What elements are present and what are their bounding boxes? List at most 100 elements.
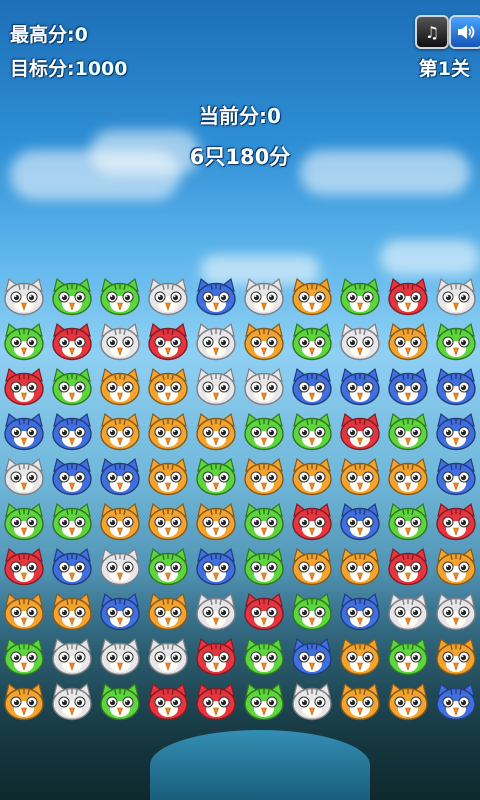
cat-tile-green[interactable]: [386, 502, 430, 542]
cat-tile-orange[interactable]: [98, 367, 142, 407]
cat-tile-blue[interactable]: [194, 547, 238, 587]
cat-tile-orange[interactable]: [290, 547, 334, 587]
cat-tile-green[interactable]: [290, 322, 334, 362]
cat-tile-red[interactable]: [290, 502, 334, 542]
cat-tile-green[interactable]: [434, 322, 478, 362]
cat-tile-blue[interactable]: [50, 547, 94, 587]
cat-tile-orange[interactable]: [98, 412, 142, 452]
music-toggle-button[interactable]: ♫: [415, 15, 449, 49]
cat-tile-white[interactable]: [146, 277, 190, 317]
cat-tile-green[interactable]: [2, 637, 46, 677]
cat-tile-green[interactable]: [50, 277, 94, 317]
cat-tile-blue[interactable]: [338, 367, 382, 407]
cat-tile-green[interactable]: [242, 412, 286, 452]
cat-tile-white[interactable]: [50, 637, 94, 677]
cat-tile-white[interactable]: [194, 367, 238, 407]
cat-tile-blue[interactable]: [98, 457, 142, 497]
cat-tile-orange[interactable]: [2, 682, 46, 722]
cat-tile-orange[interactable]: [338, 457, 382, 497]
cat-tile-blue[interactable]: [386, 367, 430, 407]
cat-tile-orange[interactable]: [242, 322, 286, 362]
cat-tile-blue[interactable]: [434, 682, 478, 722]
cat-tile-blue[interactable]: [338, 502, 382, 542]
cat-tile-orange[interactable]: [146, 502, 190, 542]
cat-tile-white[interactable]: [98, 322, 142, 362]
cat-tile-orange[interactable]: [290, 277, 334, 317]
cat-tile-blue[interactable]: [98, 592, 142, 632]
cat-tile-white[interactable]: [290, 682, 334, 722]
cat-tile-red[interactable]: [146, 322, 190, 362]
cat-tile-white[interactable]: [98, 547, 142, 587]
cat-tile-blue[interactable]: [194, 277, 238, 317]
cat-tile-white[interactable]: [242, 277, 286, 317]
cat-tile-orange[interactable]: [290, 457, 334, 497]
cat-tile-blue[interactable]: [290, 637, 334, 677]
cat-tile-orange[interactable]: [434, 547, 478, 587]
cat-tile-white[interactable]: [386, 592, 430, 632]
cat-tile-green[interactable]: [242, 637, 286, 677]
cat-tile-blue[interactable]: [50, 457, 94, 497]
cat-tile-red[interactable]: [194, 682, 238, 722]
cat-tile-green[interactable]: [242, 502, 286, 542]
cat-tile-green[interactable]: [290, 592, 334, 632]
cat-tile-white[interactable]: [194, 322, 238, 362]
cat-tile-white[interactable]: [338, 322, 382, 362]
cat-tile-orange[interactable]: [98, 502, 142, 542]
cat-tile-red[interactable]: [2, 367, 46, 407]
cat-tile-orange[interactable]: [338, 547, 382, 587]
cat-tile-red[interactable]: [146, 682, 190, 722]
cat-tile-blue[interactable]: [290, 367, 334, 407]
cat-tile-green[interactable]: [98, 682, 142, 722]
cat-tile-white[interactable]: [194, 592, 238, 632]
cat-tile-orange[interactable]: [386, 457, 430, 497]
cat-tile-white[interactable]: [2, 277, 46, 317]
cat-tile-red[interactable]: [386, 547, 430, 587]
cat-tile-white[interactable]: [50, 682, 94, 722]
cat-tile-blue[interactable]: [434, 412, 478, 452]
cat-tile-orange[interactable]: [338, 637, 382, 677]
cat-tile-green[interactable]: [50, 502, 94, 542]
cat-tile-white[interactable]: [146, 637, 190, 677]
cat-tile-orange[interactable]: [338, 682, 382, 722]
cat-tile-orange[interactable]: [146, 412, 190, 452]
cat-tile-blue[interactable]: [50, 412, 94, 452]
cat-tile-green[interactable]: [98, 277, 142, 317]
cat-tile-green[interactable]: [386, 412, 430, 452]
cat-tile-red[interactable]: [194, 637, 238, 677]
cat-tile-red[interactable]: [50, 322, 94, 362]
cat-tile-orange[interactable]: [194, 502, 238, 542]
cat-tile-orange[interactable]: [386, 322, 430, 362]
cat-tile-green[interactable]: [242, 682, 286, 722]
cat-tile-orange[interactable]: [434, 637, 478, 677]
cat-tile-red[interactable]: [338, 412, 382, 452]
cat-tile-green[interactable]: [194, 457, 238, 497]
sound-toggle-button[interactable]: [449, 15, 480, 49]
cat-tile-white[interactable]: [434, 277, 478, 317]
cat-tile-orange[interactable]: [194, 412, 238, 452]
cat-tile-green[interactable]: [338, 277, 382, 317]
cat-tile-white[interactable]: [434, 592, 478, 632]
cat-tile-green[interactable]: [50, 367, 94, 407]
cat-tile-orange[interactable]: [242, 457, 286, 497]
cat-tile-orange[interactable]: [50, 592, 94, 632]
cat-tile-white[interactable]: [98, 637, 142, 677]
cat-tile-green[interactable]: [242, 547, 286, 587]
cat-tile-white[interactable]: [2, 457, 46, 497]
cat-tile-red[interactable]: [434, 502, 478, 542]
cat-tile-blue[interactable]: [434, 367, 478, 407]
cat-tile-green[interactable]: [146, 547, 190, 587]
cat-tile-green[interactable]: [2, 322, 46, 362]
cat-tile-blue[interactable]: [338, 592, 382, 632]
cat-tile-orange[interactable]: [146, 457, 190, 497]
cat-tile-orange[interactable]: [2, 592, 46, 632]
cat-tile-orange[interactable]: [146, 592, 190, 632]
cat-tile-blue[interactable]: [434, 457, 478, 497]
cat-tile-red[interactable]: [2, 547, 46, 587]
cat-tile-orange[interactable]: [386, 682, 430, 722]
cat-tile-green[interactable]: [386, 637, 430, 677]
cat-tile-blue[interactable]: [2, 412, 46, 452]
cat-tile-red[interactable]: [242, 592, 286, 632]
cat-tile-red[interactable]: [386, 277, 430, 317]
cat-tile-orange[interactable]: [146, 367, 190, 407]
cat-tile-white[interactable]: [242, 367, 286, 407]
